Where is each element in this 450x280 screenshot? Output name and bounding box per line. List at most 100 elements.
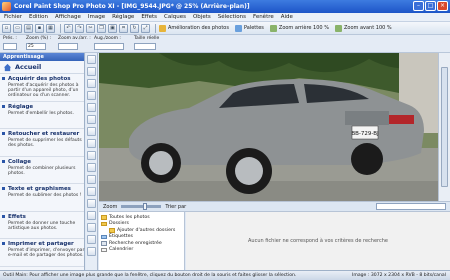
sidebar-item-title: Retoucher et restaurer — [8, 131, 80, 137]
tools-toolbar — [86, 53, 98, 270]
vertical-scrollbar[interactable] — [438, 53, 450, 201]
save-icon[interactable]: ▪ — [35, 23, 44, 33]
browse-icon[interactable]: ▤ — [24, 23, 33, 33]
sidebar-item-desc: Permet d'embellir les photos. — [8, 110, 74, 116]
minimize-button[interactable]: – — [413, 1, 424, 11]
sort-by-button[interactable]: Trier par — [165, 204, 186, 210]
new-file-icon[interactable]: ▫ — [2, 23, 11, 33]
thumbnail-zoom-slider[interactable] — [121, 203, 162, 210]
status-bar: Outil Main: Pour afficher une image plus… — [0, 270, 450, 280]
thumbnail-panel[interactable]: Aucun fichier ne correspond à vos critèr… — [186, 212, 450, 270]
selection-tool-icon[interactable] — [87, 103, 96, 112]
pick-tool-icon[interactable] — [87, 79, 96, 88]
sidebar-item-print-share[interactable]: Imprimer et partager Permet d'imprimer, … — [0, 239, 84, 267]
zoom-tool-icon[interactable] — [87, 67, 96, 76]
rotate-icon[interactable]: ↻ — [130, 23, 139, 33]
app-icon[interactable] — [2, 2, 11, 11]
tree-item-label: Recherche enregistrée — [109, 240, 162, 246]
zoom-out-button[interactable]: Zoom avant 100 % — [334, 24, 392, 32]
zoom-adjust-control[interactable] — [58, 43, 78, 50]
menu-selections[interactable]: Sélections — [218, 14, 246, 20]
home-link[interactable]: Accueil — [0, 61, 84, 74]
sidebar-item-collage[interactable]: Collage Permet de combiner plusieurs pho… — [0, 157, 84, 184]
clone-brush-icon[interactable] — [87, 187, 96, 196]
menu-image[interactable]: Image — [88, 14, 105, 20]
maximize-button[interactable]: □ — [425, 1, 436, 11]
window-controls: – □ × — [413, 1, 448, 11]
move-tool-icon[interactable] — [87, 91, 96, 100]
text-tool-icon[interactable] — [87, 223, 96, 232]
copy-icon[interactable]: ❐ — [97, 23, 106, 33]
presets-dropdown[interactable] — [3, 43, 17, 50]
sidebar-item-title: Imprimer et partager — [8, 241, 74, 247]
sidebar-item-title: Texte et graphismes — [8, 186, 71, 192]
menu-reglage[interactable]: Réglage — [112, 14, 134, 20]
bullet-icon — [2, 214, 5, 218]
fill-tool-icon[interactable] — [87, 247, 96, 256]
zoom-out-label: Zoom avant 100 % — [343, 25, 392, 31]
freehand-selection-icon[interactable] — [87, 115, 96, 124]
zoom-out-icon — [334, 24, 342, 32]
standard-toolbar: ▫ ▭ ▤ ▪ ▦ ↶ ↷ ✂ ❐ ▣ ⌗ ↻ ⤢ Amélioration d… — [0, 22, 450, 35]
tree-item-calendar[interactable]: Calendrier — [101, 247, 182, 254]
zoom-100-button[interactable]: Zoom arrière 100 % — [269, 24, 329, 32]
learning-center-header: Apprentissage — [0, 53, 84, 61]
undo-icon[interactable]: ↶ — [64, 23, 73, 33]
sidebar-item-adjust[interactable]: Réglage Permet d'embellir les photos. — [0, 102, 84, 129]
scrollbar-thumb[interactable] — [441, 67, 448, 187]
bullet-icon — [2, 77, 5, 80]
menu-effets[interactable]: Effets — [141, 14, 157, 20]
paint-brush-icon[interactable] — [87, 199, 96, 208]
sidebar-item-effects[interactable]: Effets Permet de donner une touche artis… — [0, 212, 84, 239]
zoom-100-option-label: Aug./zoom : — [94, 36, 121, 41]
enhance-photo-button[interactable]: Amélioration des photos — [159, 24, 229, 32]
sidebar-item-desc: Permet d'imprimer, d'envoyer par e-mail … — [8, 248, 85, 258]
crop-tool-icon[interactable] — [87, 151, 96, 160]
menu-fichier[interactable]: Fichier — [4, 14, 22, 20]
cut-icon[interactable]: ✂ — [86, 23, 95, 33]
redo-icon[interactable]: ↷ — [75, 23, 84, 33]
presets-label: Prés. : — [3, 36, 17, 41]
menu-objets[interactable]: Objets — [193, 14, 211, 20]
folder-icon — [109, 228, 115, 233]
zoom-label: Zoom — [103, 203, 118, 210]
print-icon[interactable]: ▦ — [46, 23, 55, 33]
palettes-button[interactable]: Palettes — [234, 24, 264, 32]
open-folder-icon[interactable]: ▭ — [13, 23, 22, 33]
sidebar-item-text-graphics[interactable]: Texte et graphismes Permet de sublimer d… — [0, 184, 84, 212]
tree-item-label: Calendrier — [109, 247, 134, 253]
status-hint: Outil Main: Pour afficher une image plus… — [3, 273, 297, 278]
zoom-100-control[interactable] — [94, 43, 124, 50]
close-button[interactable]: × — [437, 1, 448, 11]
actual-size-button[interactable] — [134, 43, 156, 50]
menu-fenetre[interactable]: Fenêtre — [253, 14, 274, 20]
straighten-tool-icon[interactable] — [87, 163, 96, 172]
sidebar-item-desc: Permet de combiner plusieurs photos. — [8, 165, 76, 176]
palettes-label: Palettes — [243, 25, 264, 31]
zoom-in-icon — [269, 24, 277, 32]
magic-wand-icon[interactable] — [87, 127, 96, 136]
crop-icon[interactable]: ⌗ — [119, 23, 128, 33]
sidebar-item-acquire[interactable]: Acquérir des photos Permet d'acquérir de… — [0, 74, 84, 102]
image-canvas[interactable]: BB-729-BJ — [99, 53, 438, 201]
resize-icon[interactable]: ⤢ — [141, 23, 150, 33]
sidebar-item-title: Collage — [8, 158, 31, 165]
menu-affichage[interactable]: Affichage — [55, 14, 81, 20]
sidebar-item-desc: Permet de donner une touche artistique a… — [8, 220, 76, 231]
paste-icon[interactable]: ▣ — [108, 23, 117, 33]
shape-tool-icon[interactable] — [87, 235, 96, 244]
menu-edition[interactable]: Edition — [29, 14, 48, 20]
sidebar-item-title: Acquérir des photos — [8, 76, 71, 82]
folder-tree: Toutes les photos Dossiers Ajouter d'aut… — [99, 212, 185, 270]
eraser-icon[interactable] — [87, 211, 96, 220]
menu-calques[interactable]: Calques — [164, 14, 186, 20]
pan-tool-icon[interactable] — [87, 55, 96, 64]
dropper-icon[interactable] — [87, 139, 96, 148]
zoom-pct-input[interactable]: 25 — [26, 43, 46, 50]
red-eye-icon[interactable] — [87, 175, 96, 184]
organizer-search-input[interactable] — [376, 203, 446, 210]
menu-aide[interactable]: Aide — [281, 14, 293, 20]
sidebar-item-retouch[interactable]: Retoucher et restaurer Permet de supprim… — [0, 129, 84, 157]
zoom-slider-knob[interactable] — [143, 203, 148, 210]
calendar-icon — [101, 247, 107, 252]
